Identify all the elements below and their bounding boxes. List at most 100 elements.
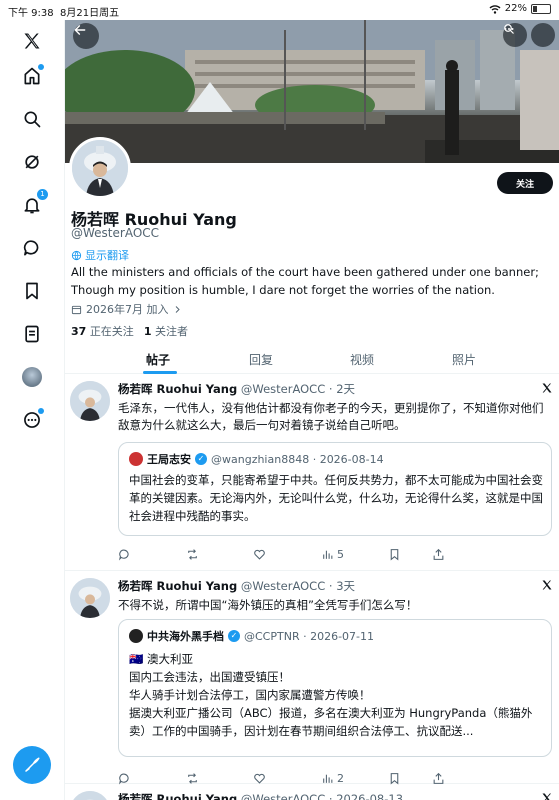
tab-photos[interactable]: 照片 bbox=[452, 351, 476, 368]
profile-tabs: 帖子 回复 视频 照片 bbox=[65, 342, 559, 374]
quoted-meta: @CCPTNR · 2026-07-11 bbox=[244, 629, 375, 643]
messages-icon[interactable] bbox=[19, 235, 45, 261]
status-right: 22% bbox=[489, 3, 551, 14]
like-button[interactable] bbox=[253, 548, 266, 561]
feather-pen-icon bbox=[25, 757, 40, 772]
globe-icon bbox=[71, 250, 82, 260]
post-author-name[interactable]: 杨若晖 Ruohui Yang bbox=[118, 792, 237, 800]
quoted-line-3: 华人骑手计划合法停工，国内家属遭警方传唤！ bbox=[129, 688, 371, 702]
post-2[interactable]: 杨若晖 Ruohui Yang @WesterAOCC · 3天 不得不说，所谓… bbox=[65, 571, 559, 785]
quoted-author-name: 中共海外黑手档 bbox=[147, 630, 224, 643]
post-3[interactable]: 杨若晖 Ruohui Yang @WesterAOCC · 2026-08-13 bbox=[65, 784, 559, 800]
follow-stats: 37 正在关注 1 关注者 bbox=[71, 323, 188, 339]
views-button[interactable]: 5 bbox=[321, 548, 344, 561]
chevron-right-icon[interactable] bbox=[173, 305, 182, 314]
post-author-avatar[interactable] bbox=[70, 791, 110, 800]
x-logo-icon bbox=[542, 793, 551, 800]
bookmark-icon bbox=[390, 549, 399, 561]
post-meta: @WesterAOCC · 2026-08-13 bbox=[240, 792, 404, 800]
verified-badge-icon: ✓ bbox=[195, 453, 207, 465]
arrow-left-icon bbox=[74, 25, 86, 35]
more-dot bbox=[38, 408, 44, 414]
post-author-avatar[interactable] bbox=[70, 381, 110, 421]
tab-posts[interactable]: 帖子 bbox=[146, 351, 170, 368]
calendar-icon bbox=[71, 305, 82, 314]
quoted-line-2: 国内工会违法，出国遭受镇压！ bbox=[129, 670, 290, 684]
compose-post-button[interactable] bbox=[13, 746, 51, 784]
x-logo-icon bbox=[542, 383, 552, 393]
share-button[interactable] bbox=[432, 548, 445, 561]
following-link[interactable]: 37 正在关注 bbox=[71, 323, 134, 339]
joined-label: 2026年7月 加入 bbox=[86, 303, 169, 316]
post-header: 杨若晖 Ruohui Yang @WesterAOCC · 2026-08-13 bbox=[118, 791, 403, 800]
profile-banner-image bbox=[65, 20, 559, 163]
grok-icon[interactable] bbox=[19, 149, 45, 175]
ellipsis-icon bbox=[504, 28, 514, 30]
banner-tools bbox=[503, 23, 555, 47]
views-count: 5 bbox=[337, 548, 344, 561]
x-logo-icon[interactable] bbox=[19, 28, 45, 54]
search-icon[interactable] bbox=[19, 106, 45, 132]
post-author-avatar[interactable] bbox=[70, 578, 110, 618]
quoted-text: 中国社会的变革，只能寄希望于中共。任何反共势力，都不太可能成为中国社会变革的关键… bbox=[129, 473, 543, 523]
quoted-post[interactable]: 中共海外黑手档 ✓ @CCPTNR · 2026-07-11 🇦🇺 澳大利亚 国… bbox=[118, 619, 552, 757]
notifications-badge: 1 bbox=[37, 189, 48, 200]
bookmarks-icon[interactable] bbox=[19, 278, 45, 304]
main-column: 关注 杨若晖 Ruohui Yang @WesterAOCC 显示翻译 All … bbox=[65, 20, 559, 800]
tab-replies[interactable]: 回复 bbox=[249, 351, 273, 368]
battery-icon bbox=[531, 3, 551, 14]
bookmark-button[interactable] bbox=[388, 548, 401, 561]
quoted-line-4: 据澳大利亚广播公司（ABC）报道，多名在澳大利亚为 HungryPanda（熊猫… bbox=[129, 706, 533, 738]
quoted-line-1: 🇦🇺 澳大利亚 bbox=[129, 652, 193, 666]
post-meta: @WesterAOCC · 2天 bbox=[240, 382, 356, 396]
bio-line-1: All the ministers and officials of the c… bbox=[71, 265, 539, 279]
reply-button[interactable] bbox=[118, 548, 131, 561]
quoted-author-avatar bbox=[129, 452, 143, 466]
banner-more-button[interactable] bbox=[504, 23, 555, 47]
sidebar: 1 bbox=[0, 20, 65, 800]
notifications-bell-icon[interactable]: 1 bbox=[19, 189, 48, 218]
more-icon[interactable] bbox=[19, 407, 45, 433]
post-1[interactable]: 杨若晖 Ruohui Yang @WesterAOCC · 2天 毛泽东，一代伟… bbox=[65, 374, 559, 571]
home-dot bbox=[38, 64, 44, 70]
post-author-name[interactable]: 杨若晖 Ruohui Yang bbox=[118, 579, 237, 593]
verified-badge-icon: ✓ bbox=[228, 630, 240, 642]
status-bar: 下午 9:38 8月21日周五 22% bbox=[0, 0, 559, 20]
home-icon[interactable] bbox=[19, 63, 45, 89]
post-meta: @WesterAOCC · 3天 bbox=[240, 579, 356, 593]
profile-handle: @WesterAOCC bbox=[71, 226, 160, 240]
quoted-author-name: 王局志安 bbox=[147, 453, 191, 466]
follow-button[interactable]: 关注 bbox=[497, 172, 553, 194]
tab-videos[interactable]: 视频 bbox=[350, 351, 374, 368]
joined-date: 2026年7月 加入 bbox=[71, 301, 182, 317]
quoted-post-header: 中共海外黑手档 ✓ @CCPTNR · 2026-07-11 bbox=[129, 628, 374, 644]
post-text: 毛泽东，一代伟人，没有他估计都没有你老子的今天，更别提你了，不知道你对他们敌意为… bbox=[118, 401, 544, 432]
show-translation-label: 显示翻译 bbox=[85, 249, 129, 262]
status-time: 下午 9:38 8月21日周五 bbox=[8, 8, 120, 19]
views-chart-icon bbox=[323, 550, 333, 559]
share-icon bbox=[433, 548, 444, 560]
back-button[interactable] bbox=[73, 23, 99, 49]
wifi-icon bbox=[489, 4, 501, 14]
quoted-post-header: 王局志安 ✓ @wangzhian8848 · 2026-08-14 bbox=[129, 451, 384, 467]
reply-icon bbox=[118, 549, 129, 561]
followers-link[interactable]: 1 关注者 bbox=[144, 323, 188, 339]
post-actions: 5 bbox=[118, 548, 552, 564]
profile-avatar-icon[interactable] bbox=[19, 364, 45, 390]
battery-percent: 22% bbox=[504, 3, 527, 14]
heart-icon bbox=[254, 549, 265, 560]
bio-line-2: Though my position is humble, I dare not… bbox=[71, 283, 495, 297]
repost-button[interactable] bbox=[186, 548, 199, 561]
lists-icon[interactable] bbox=[19, 321, 45, 347]
post-header: 杨若晖 Ruohui Yang @WesterAOCC · 3天 bbox=[118, 578, 355, 594]
quoted-text: 🇦🇺 澳大利亚 国内工会违法，出国遭受镇压！ 华人骑手计划合法停工，国内家属遭警… bbox=[129, 650, 543, 740]
post-text: 不得不说，所谓中国“海外镇压的真相”全凭写手们怎么写！ bbox=[118, 598, 418, 612]
quoted-meta: @wangzhian8848 · 2026-08-14 bbox=[211, 452, 384, 466]
show-translation-link[interactable]: 显示翻译 bbox=[71, 247, 129, 263]
post-author-name[interactable]: 杨若晖 Ruohui Yang bbox=[118, 382, 237, 396]
quoted-post[interactable]: 王局志安 ✓ @wangzhian8848 · 2026-08-14 中国社会的… bbox=[118, 442, 552, 536]
repost-icon bbox=[188, 549, 197, 560]
quoted-author-avatar bbox=[129, 629, 143, 643]
profile-bio: All the ministers and officials of the c… bbox=[71, 263, 557, 299]
profile-avatar[interactable] bbox=[69, 137, 131, 199]
